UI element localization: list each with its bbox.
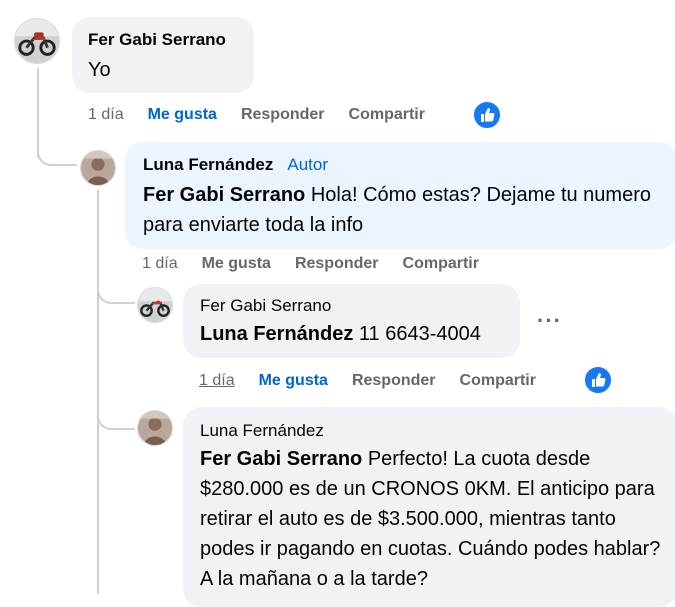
comment-bubble: Fer Gabi Serrano Yo (72, 17, 254, 93)
comment-author: Luna Fernández Autor (143, 154, 659, 176)
thread-curve-sub-2 (97, 404, 135, 430)
comment-actions: 1 día Me gusta Responder Compartir (142, 252, 479, 276)
motorcycle-avatar-icon (15, 19, 59, 63)
avatar[interactable] (14, 18, 60, 64)
author-name[interactable]: Luna Fernández (143, 155, 273, 174)
comment-time[interactable]: 1 día (142, 255, 178, 273)
comment-text: Yo (88, 59, 111, 81)
more-options-icon[interactable]: ··· (537, 310, 562, 332)
person-avatar-icon (138, 411, 172, 445)
share-button[interactable]: Compartir (460, 372, 536, 390)
comment-bubble: Luna Fernández Fer Gabi Serrano Perfecto… (183, 407, 675, 607)
avatar[interactable] (137, 287, 173, 323)
comment-time[interactable]: 1 día (88, 106, 124, 124)
mention-link[interactable]: Fer Gabi Serrano (143, 184, 305, 206)
like-button[interactable]: Me gusta (202, 255, 271, 273)
like-button[interactable]: Me gusta (259, 372, 328, 390)
reply-button[interactable]: Responder (295, 255, 379, 273)
thread-curve-sub-1 (97, 280, 135, 304)
comment-text: Fer Gabi Serrano Hola! Cómo estas? Dejam… (143, 180, 659, 240)
motorcycle-avatar-icon (138, 288, 172, 322)
like-reaction-icon[interactable] (472, 100, 502, 130)
share-button[interactable]: Compartir (403, 255, 479, 273)
comment-body: 11 6643-4004 (353, 323, 481, 345)
comment-bubble: Luna Fernández Autor Fer Gabi Serrano Hol… (125, 142, 675, 249)
person-avatar-icon (81, 151, 115, 185)
comment-actions: 1 día Me gusta Responder Compartir (88, 103, 425, 127)
thread-curve-main (37, 140, 77, 166)
comment-bubble: Fer Gabi Serrano Luna Fernández 11 6643-… (183, 284, 520, 358)
comment-author[interactable]: Luna Fernández (200, 420, 660, 442)
share-button[interactable]: Compartir (349, 106, 425, 124)
like-reaction-icon[interactable] (583, 365, 613, 395)
comment-author[interactable]: Fer Gabi Serrano (200, 295, 503, 317)
mention-link[interactable]: Luna Fernández (200, 323, 353, 345)
comment-text: Fer Gabi Serrano Perfecto! La cuota desd… (200, 444, 662, 594)
reply-button[interactable]: Responder (241, 106, 325, 124)
mention-link[interactable]: Fer Gabi Serrano (200, 448, 362, 470)
comment-actions: 1 día Me gusta Responder Compartir (199, 369, 536, 393)
reply-button[interactable]: Responder (352, 372, 436, 390)
avatar[interactable] (80, 150, 116, 186)
comment-time[interactable]: 1 día (199, 372, 235, 390)
author-badge: Autor (287, 155, 328, 174)
avatar[interactable] (137, 410, 173, 446)
comment-author[interactable]: Fer Gabi Serrano (88, 29, 238, 51)
thread-line-sub (97, 190, 99, 594)
comment-text: Luna Fernández 11 6643-4004 (200, 319, 503, 349)
like-button[interactable]: Me gusta (148, 106, 217, 124)
